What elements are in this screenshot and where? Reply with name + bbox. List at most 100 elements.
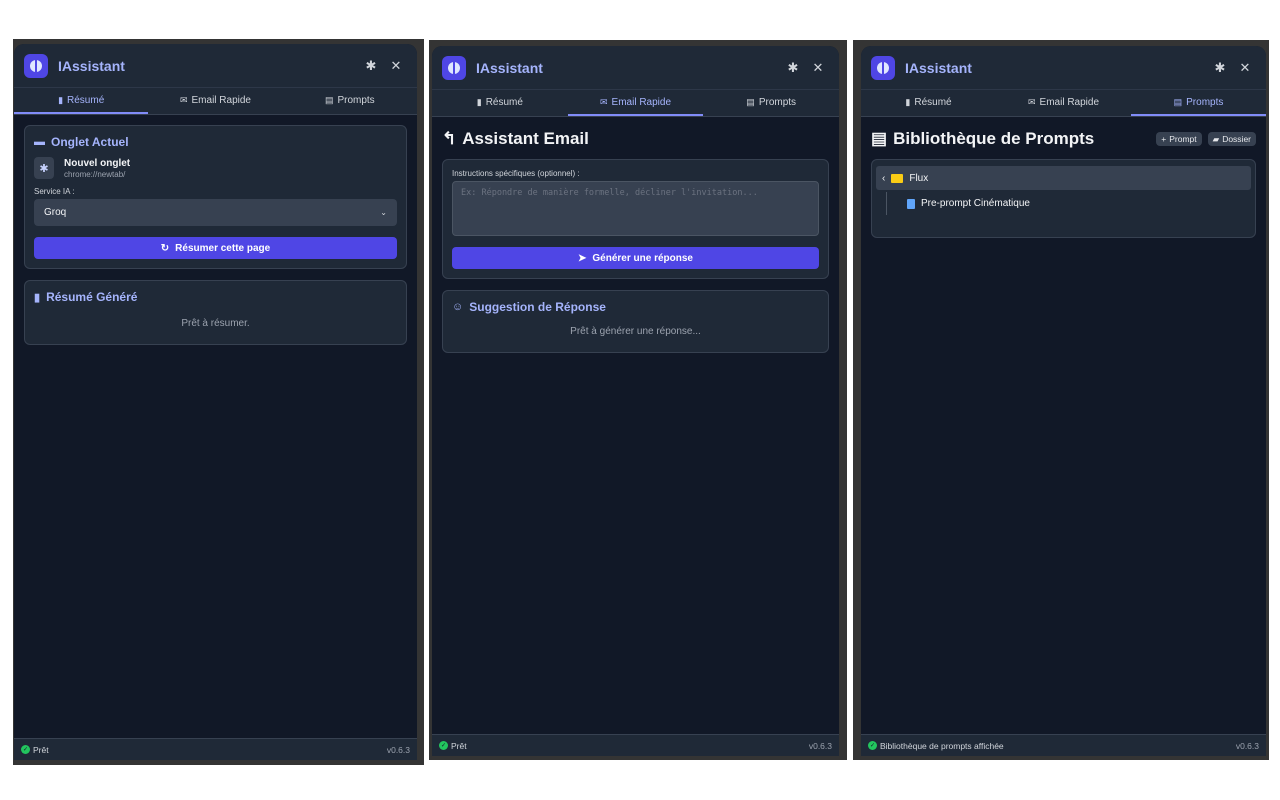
tab-resume[interactable]: ▮ Résumé — [14, 88, 149, 114]
summary-card: ▮ Résumé Généré Prêt à résumer. — [24, 280, 407, 345]
tab-name: Nouvel onglet — [64, 157, 131, 169]
tab-url: chrome://newtab/ — [64, 169, 126, 179]
tab-label: Email Rapide — [1039, 96, 1100, 108]
tab-label: Prompts — [758, 96, 797, 108]
library-header: ▤ Bibliothèque de Prompts + Prompt ▰ Dossi… — [871, 129, 1256, 149]
gear-icon[interactable]: ✱ — [782, 60, 804, 76]
add-prompt-button[interactable]: + Prompt — [1156, 132, 1202, 146]
card-title: ▬ Onglet Actuel — [34, 135, 397, 149]
chevron-down-icon: ⌄ — [380, 208, 387, 217]
check-circle-icon: ✓ — [439, 741, 448, 750]
refresh-icon: ↻ — [160, 242, 170, 254]
prompt-name: Pre-prompt Cinématique — [921, 198, 1030, 209]
window-icon: ▬ — [34, 136, 45, 148]
status-text: Prêt — [451, 740, 467, 751]
button-label: Résumer cette page — [175, 242, 271, 254]
tab-email[interactable]: ✉ Email Rapide — [148, 88, 282, 114]
generate-reply-button[interactable]: ➤ Générer une réponse — [452, 247, 819, 269]
brain-icon — [871, 55, 895, 80]
chevron-left-icon[interactable]: ‹ — [882, 173, 885, 184]
content: ▤ Bibliothèque de Prompts + Prompt ▰ Dossi… — [861, 117, 1266, 734]
page-title: ▤ Bibliothèque de Prompts — [871, 129, 1150, 149]
file-icon: ▮ — [58, 94, 64, 105]
tab-label: Prompts — [337, 94, 375, 106]
tab-resume[interactable]: ▮ Résumé — [432, 90, 568, 116]
tab-resume[interactable]: ▮ Résumé — [861, 90, 996, 116]
tab-label: Email Rapide — [611, 96, 672, 108]
page-title-text: Bibliothèque de Prompts — [893, 129, 1095, 148]
tab-label: Résumé — [485, 96, 523, 108]
list-icon: ▤ — [1173, 96, 1183, 107]
header: IAssistant ✱ ✕ — [14, 44, 417, 88]
tab-prompts[interactable]: ▤ Prompts — [283, 88, 417, 114]
status-text: Prêt — [33, 744, 49, 755]
suggestion-placeholder: Prêt à générer une réponse... — [570, 326, 701, 337]
service-label: Service IA : — [34, 187, 75, 196]
prompt-tree: ‹ Flux Pre-prompt Cinématique — [871, 159, 1256, 238]
current-tab-card: ▬ Onglet Actuel ✱ Nouvel onglet chrome://… — [24, 125, 407, 269]
gear-icon[interactable]: ✱ — [360, 58, 382, 74]
file-icon: ▮ — [905, 96, 911, 107]
send-icon: ➤ — [578, 252, 587, 264]
prompt-item[interactable]: Pre-prompt Cinématique — [886, 192, 1251, 215]
button-label: Prompt — [1169, 134, 1197, 144]
tab-info: ✱ Nouvel onglet chrome://newtab/ — [34, 157, 397, 179]
reply-icon: ↰ — [442, 129, 457, 148]
check-circle-icon: ✓ — [868, 741, 877, 750]
add-folder-button[interactable]: ▰ Dossier — [1207, 132, 1256, 146]
envelope-icon: ✉ — [1027, 96, 1036, 107]
list-icon: ▤ — [871, 129, 888, 148]
tab-label: Résumé — [67, 94, 105, 106]
status-bar: ✓ Prêt v0.6.3 — [14, 738, 417, 760]
close-icon[interactable]: ✕ — [1234, 60, 1256, 76]
close-icon[interactable]: ✕ — [807, 60, 829, 76]
envelope-icon: ✉ — [599, 96, 608, 107]
instructions-card: Instructions spécifiques (optionnel) : E… — [442, 159, 829, 279]
tab-email[interactable]: ✉ Email Rapide — [567, 90, 704, 116]
folder-row[interactable]: ‹ Flux — [876, 166, 1251, 190]
page-title-text: Assistant Email — [462, 129, 589, 148]
status-text: Bibliothèque de prompts affichée — [880, 740, 1004, 751]
tab-email[interactable]: ✉ Email Rapide — [996, 90, 1131, 116]
version: v0.6.3 — [386, 744, 410, 755]
header: IAssistant ✱ ✕ — [432, 46, 839, 90]
extension-panel-summary: IAssistant ✱ ✕ ▮ Résumé ✉ Email Rapide ▤ Pr… — [14, 44, 417, 760]
tab-bar: ▮ Résumé ✉ Email Rapide ▤ Prompts — [432, 90, 839, 117]
card-title-text: Onglet Actuel — [51, 135, 129, 149]
gear-icon[interactable]: ✱ — [1209, 60, 1231, 76]
content: ↰ Assistant Email Instructions spécifiqu… — [432, 117, 839, 734]
summarize-button[interactable]: ↻ Résumer cette page — [34, 237, 397, 259]
button-label: Générer une réponse — [592, 252, 693, 264]
header: IAssistant ✱ ✕ — [861, 46, 1266, 90]
folder-plus-icon: ▰ — [1212, 133, 1220, 144]
instructions-textarea[interactable]: Ex: Répondre de manière formelle, déclin… — [452, 181, 819, 236]
extension-panel-email: IAssistant ✱ ✕ ▮ Résumé ✉ Email Rapide ▤ Pr… — [432, 46, 839, 756]
envelope-icon: ✉ — [179, 94, 188, 105]
tab-prompts[interactable]: ▤ Prompts — [703, 90, 839, 116]
summary-placeholder: Prêt à résumer. — [181, 318, 250, 329]
instructions-label: Instructions spécifiques (optionnel) : — [452, 169, 580, 178]
version: v0.6.3 — [808, 740, 832, 751]
extension-panel-prompts: IAssistant ✱ ✕ ▮ Résumé ✉ Email Rapide ▤ Pr… — [861, 46, 1266, 756]
tab-label: Prompts — [1186, 96, 1224, 108]
check-circle-icon: ✓ — [21, 745, 30, 754]
plus-icon: + — [1161, 134, 1167, 144]
page-title: ↰ Assistant Email — [442, 129, 829, 149]
list-icon: ▤ — [746, 96, 755, 107]
robot-icon: ☺ — [452, 301, 464, 313]
status-bar: ✓ Prêt v0.6.3 — [432, 734, 839, 756]
app-title: IAssistant — [476, 59, 543, 76]
brain-icon — [442, 55, 466, 80]
service-value: Groq — [44, 207, 67, 218]
folder-icon — [891, 173, 904, 183]
app-title: IAssistant — [58, 57, 125, 74]
button-label: Dossier — [1222, 134, 1251, 144]
card-title-text: Résumé Généré — [46, 290, 138, 304]
file-icon — [907, 198, 915, 209]
service-select[interactable]: Groq ⌄ — [34, 199, 397, 226]
close-icon[interactable]: ✕ — [385, 58, 407, 74]
list-icon: ▤ — [324, 94, 334, 105]
tab-prompts[interactable]: ▤ Prompts — [1131, 90, 1266, 116]
suggestion-card: ☺ Suggestion de Réponse Prêt à générer un… — [442, 290, 829, 353]
file-icon: ▮ — [34, 291, 41, 304]
